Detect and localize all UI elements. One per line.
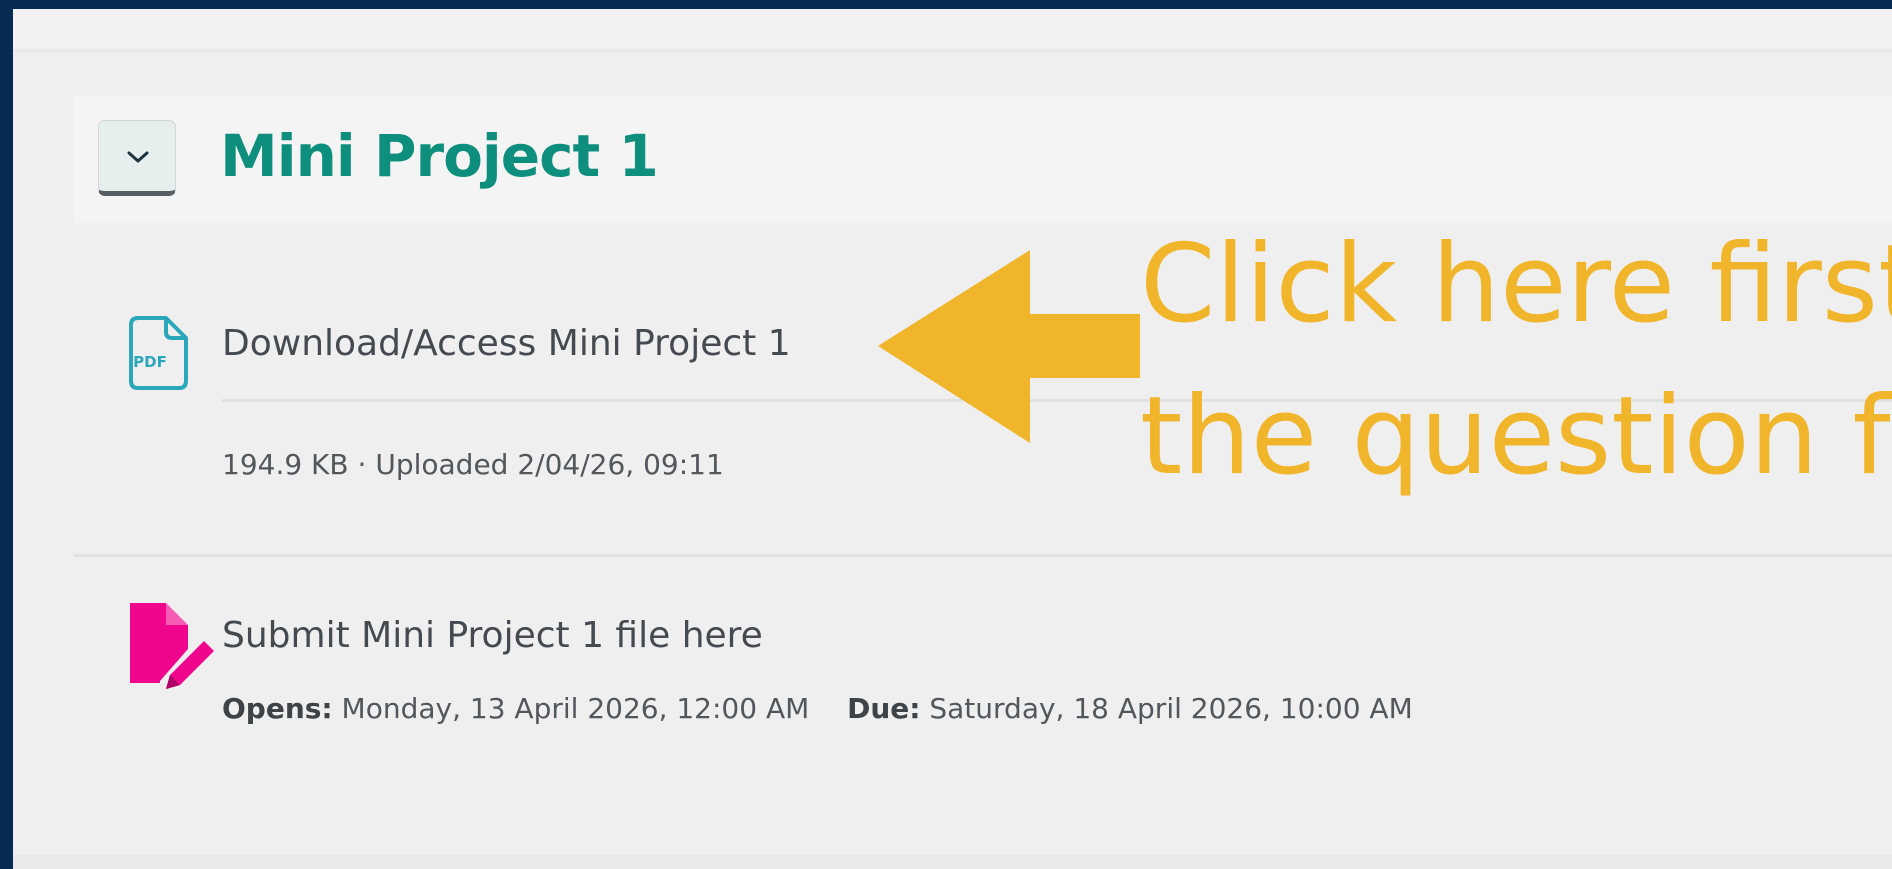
section-collapse-button[interactable] — [98, 120, 176, 196]
assignment-dates: Opens: Monday, 13 April 2026, 12:00 AM D… — [222, 691, 1413, 727]
pdf-file-icon[interactable]: PDF — [128, 315, 190, 391]
top-strip — [13, 9, 1892, 52]
annotation-line-2: the question f — [1140, 374, 1891, 499]
chevron-down-icon — [127, 151, 149, 163]
assignment-submit-icon[interactable] — [130, 603, 218, 695]
section-header: Mini Project 1 — [74, 96, 1892, 223]
section-title[interactable]: Mini Project 1 — [220, 118, 659, 194]
activity-link-submit-mini-project[interactable]: Submit Mini Project 1 file here — [222, 614, 763, 658]
annotation-arrow-icon — [878, 250, 1140, 443]
activity-separator — [74, 554, 1892, 557]
opens-label: Opens: — [222, 692, 333, 725]
annotation-line-1: Click here first — [1140, 222, 1892, 347]
opens-date: Monday, 13 April 2026, 12:00 AM — [341, 692, 810, 725]
due-date: Saturday, 18 April 2026, 10:00 AM — [929, 692, 1413, 725]
due-label: Due: — [847, 692, 921, 725]
annotation-text: Click here first the question f — [1140, 209, 1892, 513]
activity-link-download-mini-project[interactable]: Download/Access Mini Project 1 — [222, 322, 791, 366]
file-details: 194.9 KB · Uploaded 2/04/26, 09:11 — [222, 448, 724, 481]
course-page: Mini Project 1 PDF Download/Access Mini … — [13, 9, 1892, 869]
bottom-strip — [13, 855, 1892, 869]
svg-text:PDF: PDF — [133, 353, 167, 371]
